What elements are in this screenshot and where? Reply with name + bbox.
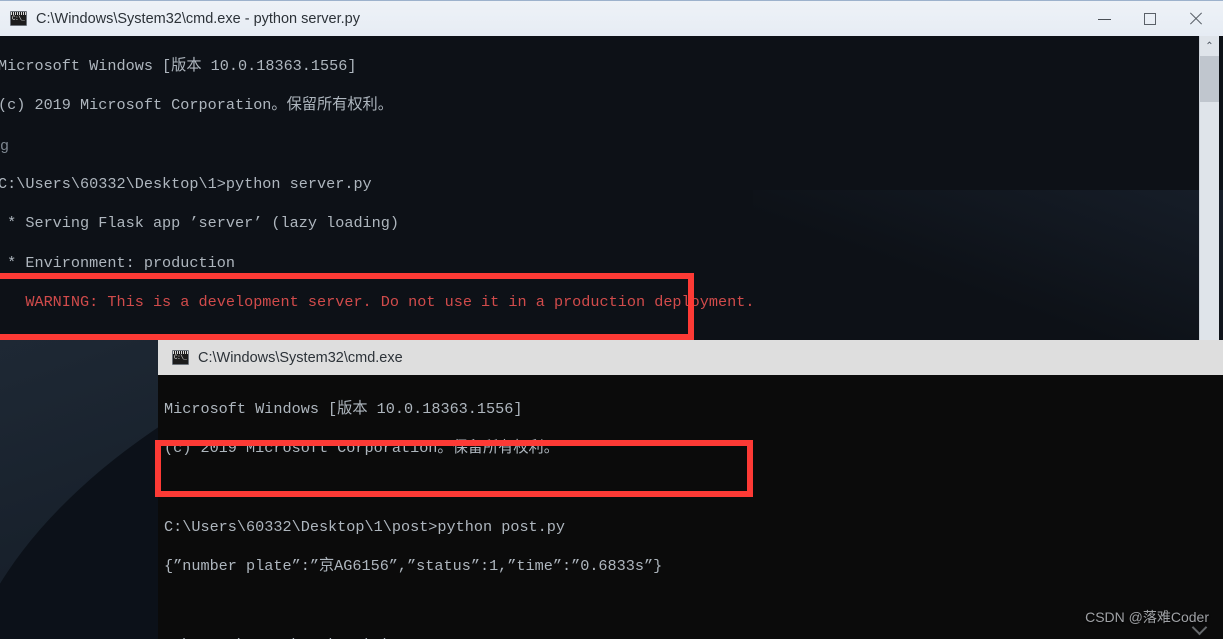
window1-console[interactable]: Microsoft Windows [版本 10.0.18363.1556] (… — [0, 36, 1223, 340]
scrollbar-thumb[interactable] — [1200, 56, 1219, 102]
watermark: CSDN @落难Coder — [1085, 609, 1209, 625]
window1-terminal-output: Microsoft Windows [版本 10.0.18363.1556] (… — [0, 36, 1223, 340]
window2-terminal-output: Microsoft Windows [版本 10.0.18363.1556] (… — [158, 379, 1223, 639]
window1-scrollbar[interactable]: ⌃ — [1199, 36, 1219, 340]
terminal-line: * Serving Flask app ’server’ (lazy loadi… — [0, 214, 400, 233]
maximize-button[interactable] — [1127, 1, 1173, 37]
scroll-up-arrow-icon[interactable]: ⌃ — [1200, 36, 1219, 56]
terminal-line-command: C:\Users\60332\Desktop\1\post>python pos… — [164, 517, 566, 536]
window1-title: C:\Windows\System32\cmd.exe - python ser… — [36, 10, 360, 27]
window2-titlebar[interactable]: C:\Windows\System32\cmd.exe — [158, 340, 1223, 375]
terminal-line: * Environment: production — [0, 253, 235, 272]
terminal-line-warning: WARNING: This is a development server. D… — [0, 293, 755, 312]
window1-titlebar[interactable]: C:\Windows\System32\cmd.exe - python ser… — [0, 0, 1223, 36]
window1-controls — [1081, 1, 1219, 37]
cmd-icon — [172, 350, 189, 365]
window2-title: C:\Windows\System32\cmd.exe — [198, 349, 403, 366]
window-cmd-post: C:\Windows\System32\cmd.exe Microsoft Wi… — [158, 340, 1223, 639]
stray-glyph: g — [0, 138, 10, 155]
terminal-line: (c) 2019 Microsoft Corporation。保留所有权利。 — [164, 439, 559, 458]
terminal-line-json-response: {”number plate”:”京AG6156”,”status”:1,”ti… — [164, 557, 663, 576]
terminal-line: Use a production WSGI server instead. — [0, 333, 1223, 340]
minimize-button[interactable] — [1081, 1, 1127, 37]
terminal-line: Microsoft Windows [版本 10.0.18363.1556] — [164, 399, 523, 418]
cmd-icon — [10, 11, 27, 26]
terminal-line: (c) 2019 Microsoft Corporation。保留所有权利。 — [0, 96, 393, 115]
terminal-line: C:\Users\60332\Desktop\1>python server.p… — [0, 174, 372, 193]
terminal-line: Microsoft Windows [版本 10.0.18363.1556] — [0, 56, 357, 75]
screen-root: yolov5_co... code1 项目申请 — [0, 0, 1223, 639]
close-button[interactable] — [1173, 1, 1219, 37]
window-cmd-server: C:\Windows\System32\cmd.exe - python ser… — [0, 0, 1223, 340]
window2-console[interactable]: Microsoft Windows [版本 10.0.18363.1556] (… — [158, 375, 1223, 639]
